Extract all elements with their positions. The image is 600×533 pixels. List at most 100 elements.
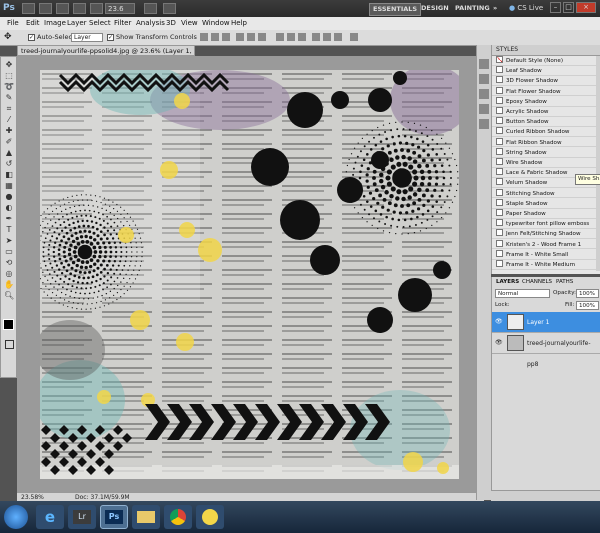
style-item[interactable]: Epoxy Shadow: [492, 96, 596, 107]
start-orb-icon[interactable]: [4, 505, 28, 529]
style-item[interactable]: Flat Flower Shadow: [492, 86, 596, 97]
brushes-panel-icon[interactable]: [479, 119, 489, 129]
workspace-painting-button[interactable]: PAINTING: [452, 3, 493, 14]
auto-select-target-select[interactable]: Layer: [71, 33, 103, 42]
distribute-top-icon[interactable]: [276, 33, 284, 41]
blend-mode-select[interactable]: Normal: [495, 289, 550, 298]
styles-scrollbar[interactable]: [596, 56, 600, 271]
crop-tool-icon[interactable]: ⌗: [4, 104, 14, 113]
minimize-button[interactable]: –: [550, 2, 561, 13]
style-item[interactable]: Wire Shadow: [492, 158, 596, 168]
distribute-vcenter-icon[interactable]: [287, 33, 295, 41]
character-panel-icon[interactable]: [479, 89, 489, 99]
menu-3d[interactable]: 3D: [166, 17, 176, 30]
restore-button[interactable]: □: [563, 2, 574, 13]
actions-panel-icon[interactable]: [479, 74, 489, 84]
align-top-icon[interactable]: [200, 33, 208, 41]
align-bottom-icon[interactable]: [222, 33, 230, 41]
history-brush-tool-icon[interactable]: ↺: [4, 159, 14, 168]
workspace-design-button[interactable]: DESIGN: [418, 3, 452, 14]
layer-row[interactable]: 👁︎ treed-journalyourlife-pp8: [492, 333, 600, 368]
style-item[interactable]: Leaf Shadow: [492, 66, 596, 76]
foreground-color-swatch[interactable]: [3, 319, 14, 330]
rotate-view-icon[interactable]: [90, 3, 103, 14]
clone-stamp-tool-icon[interactable]: ▲: [4, 148, 14, 157]
style-item[interactable]: Paper Shadow: [492, 209, 596, 219]
styles-tab[interactable]: STYLES: [492, 45, 600, 56]
screen-mode-icon[interactable]: [163, 3, 176, 14]
style-item[interactable]: Kristen's 2 - Wood Frame 1: [492, 239, 596, 250]
lightroom-icon[interactable]: Lr: [68, 505, 96, 529]
workspace-essentials-button[interactable]: ESSENTIALS: [369, 3, 422, 16]
menu-file[interactable]: File: [7, 17, 19, 30]
history-panel-icon[interactable]: [479, 59, 489, 69]
align-hcenter-icon[interactable]: [247, 33, 255, 41]
blur-tool-icon[interactable]: ●: [4, 192, 14, 201]
visibility-eye-icon[interactable]: 👁︎: [495, 319, 503, 325]
close-button[interactable]: ×: [576, 2, 596, 13]
menu-layer[interactable]: Layer: [67, 17, 87, 30]
auto-align-layers-icon[interactable]: [350, 33, 358, 41]
eraser-tool-icon[interactable]: ◧: [4, 170, 14, 179]
style-item[interactable]: 3D Flower Shadow: [492, 76, 596, 87]
distribute-left-icon[interactable]: [312, 33, 320, 41]
paragraph-panel-icon[interactable]: [479, 104, 489, 114]
menu-edit[interactable]: Edit: [26, 17, 40, 30]
visibility-eye-icon[interactable]: 👁︎: [495, 340, 503, 346]
shape-tool-icon[interactable]: ▭: [4, 247, 14, 256]
style-item[interactable]: String Shadow: [492, 147, 596, 158]
style-item[interactable]: Jenn Felt/Stitching Shadow: [492, 229, 596, 240]
fill-field[interactable]: 100%: [576, 301, 599, 310]
align-right-icon[interactable]: [258, 33, 266, 41]
menu-image[interactable]: Image: [44, 17, 66, 30]
tab-channels[interactable]: CHANNELS: [522, 277, 552, 287]
marquee-tool-icon[interactable]: ⬚: [4, 71, 14, 80]
hand-tool-icon[interactable]: ✋: [4, 280, 14, 289]
zoom-tool-icon[interactable]: 🔍︎: [4, 291, 14, 300]
gradient-tool-icon[interactable]: ▦: [4, 181, 14, 190]
brush-tool-icon[interactable]: ✐: [4, 137, 14, 146]
chrome-icon[interactable]: [164, 505, 192, 529]
file-explorer-icon[interactable]: [132, 505, 160, 529]
style-item[interactable]: Curled Ribbon Shadow: [492, 127, 596, 138]
style-item[interactable]: Button Shadow: [492, 117, 596, 127]
lasso-tool-icon[interactable]: ➰: [4, 82, 14, 91]
cs-live-button[interactable]: ● CS Live: [509, 3, 543, 14]
menu-filter[interactable]: Filter: [114, 17, 131, 30]
move-tool-preset-icon[interactable]: ✥: [4, 32, 12, 42]
bridge-icon[interactable]: [22, 3, 35, 14]
auto-select-checkbox[interactable]: ✓: [28, 34, 35, 41]
move-tool-icon[interactable]: ✥: [4, 60, 14, 69]
style-item[interactable]: Stitching Shadow: [492, 188, 596, 199]
zoom-tool-icon[interactable]: [73, 3, 86, 14]
menu-analysis[interactable]: Analysis: [136, 17, 165, 30]
type-tool-icon[interactable]: T: [4, 225, 14, 234]
tab-paths[interactable]: PATHS: [556, 277, 573, 287]
style-item[interactable]: Frame It - White Small: [492, 249, 596, 260]
distribute-right-icon[interactable]: [334, 33, 342, 41]
pen-tool-icon[interactable]: ✒: [4, 214, 14, 223]
canvas[interactable]: [40, 70, 459, 479]
opacity-field[interactable]: 100%: [576, 289, 599, 298]
quick-selection-tool-icon[interactable]: ✎: [4, 93, 14, 102]
path-selection-tool-icon[interactable]: ➤: [4, 236, 14, 245]
menu-view[interactable]: View: [181, 17, 198, 30]
internet-explorer-icon[interactable]: e: [36, 505, 64, 529]
mini-bridge-icon[interactable]: [39, 3, 52, 14]
style-item[interactable]: Flat Ribbon Shadow: [492, 137, 596, 148]
eyedropper-tool-icon[interactable]: ⁄: [4, 115, 14, 124]
style-item[interactable]: Default Style (None): [492, 56, 596, 66]
dodge-tool-icon[interactable]: ◐: [4, 203, 14, 212]
hand-tool-icon[interactable]: [56, 3, 69, 14]
menu-window[interactable]: Window: [202, 17, 230, 30]
distribute-bottom-icon[interactable]: [298, 33, 306, 41]
style-item[interactable]: Acrylic Shadow: [492, 107, 596, 117]
align-left-icon[interactable]: [236, 33, 244, 41]
tab-layers[interactable]: LAYERS: [496, 277, 519, 287]
3d-camera-tool-icon[interactable]: ◎: [4, 269, 14, 278]
menu-select[interactable]: Select: [89, 17, 111, 30]
layer-row[interactable]: 👁︎ Layer 1: [492, 312, 600, 333]
quick-mask-icon[interactable]: [5, 340, 14, 349]
workspace-more-button[interactable]: »: [490, 3, 500, 14]
zoom-level-select[interactable]: 23.6: [105, 3, 135, 14]
